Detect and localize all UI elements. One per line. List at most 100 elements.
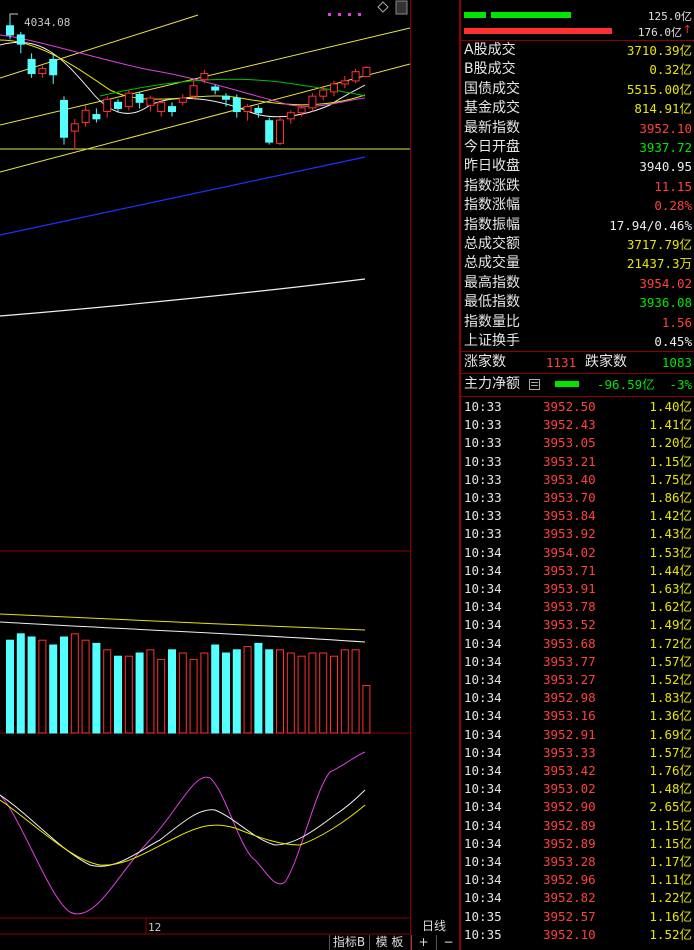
tick-price: 3953.70: [543, 490, 596, 505]
date-label: 12: [148, 921, 161, 934]
tick-row[interactable]: 10:35 3952.10 1.52亿: [461, 926, 694, 944]
tick-row[interactable]: 10:34 3953.33 1.57亿: [461, 744, 694, 762]
period-label[interactable]: 日线: [419, 919, 449, 934]
tab-template[interactable]: 模 板: [369, 935, 409, 950]
candle-body: [243, 106, 252, 112]
tick-row[interactable]: 10:33 3953.40 1.75亿: [461, 471, 694, 489]
tick-price: 3953.78: [543, 599, 596, 615]
tick-amount: 1.15亿: [649, 835, 692, 851]
volume-bar: [81, 639, 90, 734]
tick-price: 3953.21: [543, 453, 596, 469]
tick-amount: 1.76亿: [649, 763, 692, 778]
tick-amount: 1.17亿: [649, 854, 692, 869]
decliners-count: 1083: [661, 355, 692, 370]
volume-bar: [27, 636, 36, 734]
tick-row[interactable]: 10:33 3953.92 1.43亿: [461, 525, 694, 543]
tick-amount: 1.57亿: [649, 653, 692, 669]
tick-amount: 1.15亿: [649, 453, 692, 469]
list-icon[interactable]: [529, 379, 540, 390]
tick-row[interactable]: 10:34 3952.91 1.69亿: [461, 726, 694, 744]
tick-row[interactable]: 10:34 3953.71 1.44亿: [461, 562, 694, 580]
tick-row[interactable]: 10:34 3953.02 1.48亿: [461, 780, 694, 798]
volume-bar: [49, 644, 58, 734]
tick-row[interactable]: 10:34 3953.78 1.62亿: [461, 598, 694, 616]
candle-body: [189, 85, 198, 97]
volume-bar: [6, 639, 14, 734]
tick-price: 3952.57: [543, 908, 596, 924]
tick-row[interactable]: 10:34 3953.28 1.17亿: [461, 853, 694, 871]
tick-row[interactable]: 10:33 3953.84 1.42亿: [461, 507, 694, 525]
tick-time: 10:33: [464, 508, 502, 524]
tick-row[interactable]: 10:34 3953.91 1.63亿: [461, 580, 694, 598]
candle-body: [222, 95, 230, 100]
tick-amount: 1.16亿: [649, 908, 692, 924]
tick-price: 3952.98: [543, 690, 596, 706]
stat-row: A股成交 3710.39亿: [461, 41, 694, 60]
stat-label: 最低指数: [464, 294, 520, 311]
stat-value: 0.28%: [654, 198, 692, 214]
tick-amount: 1.83亿: [649, 690, 692, 706]
tick-row[interactable]: 10:33 3952.50 1.40亿: [461, 398, 694, 416]
tick-row[interactable]: 10:34 3954.02 1.53亿: [461, 544, 694, 562]
tick-row[interactable]: 10:34 3952.89 1.15亿: [461, 835, 694, 853]
stat-value: 17.94/0.46%: [609, 217, 692, 233]
divider: [461, 396, 694, 397]
tick-row[interactable]: 10:34 3953.16 1.36亿: [461, 707, 694, 725]
tab-indicator-b[interactable]: 指标B: [329, 935, 368, 950]
stat-value: 3952.10: [639, 120, 692, 136]
volume-bar: [276, 649, 284, 734]
stat-row: 最高指数 3954.02: [461, 274, 694, 293]
stat-label: 最新指数: [464, 119, 520, 136]
tick-row[interactable]: 10:34 3953.68 1.72亿: [461, 635, 694, 653]
candle-body: [340, 80, 349, 85]
kline-chart-area[interactable]: 4000395039003850380037503700365036003550…: [0, 0, 411, 950]
tick-row[interactable]: 10:34 3952.96 1.11亿: [461, 871, 694, 889]
tick-row[interactable]: 10:34 3953.42 1.76亿: [461, 762, 694, 780]
tick-row[interactable]: 10:34 3952.90 2.65亿: [461, 798, 694, 816]
candle-body: [38, 68, 47, 75]
tick-row[interactable]: 10:34 3953.27 1.52亿: [461, 671, 694, 689]
tick-amount: 1.22亿: [649, 890, 692, 906]
tick-row[interactable]: 10:33 3953.21 1.15亿: [461, 453, 694, 471]
zoom-in-button[interactable]: +: [411, 935, 435, 950]
tick-row[interactable]: 10:35 3952.57 1.16亿: [461, 908, 694, 926]
zoom-out-button[interactable]: −: [436, 935, 460, 950]
tick-time: 10:33: [464, 435, 502, 451]
tick-row[interactable]: 10:34 3953.52 1.49亿: [461, 616, 694, 634]
stat-row: 指数振幅 17.94/0.46%: [461, 216, 694, 235]
tick-price: 3953.71: [543, 562, 596, 578]
candle-body: [81, 109, 90, 124]
tick-time: 10:35: [464, 926, 502, 942]
tick-row[interactable]: 10:34 3953.77 1.57亿: [461, 653, 694, 671]
tick-time: 10:34: [464, 799, 502, 815]
tick-price: 3953.28: [543, 854, 596, 869]
stat-value: 3940.95: [639, 159, 692, 175]
candle-body: [146, 97, 155, 106]
breadth-row: 涨家数 1131 跌家数 1083: [461, 353, 694, 372]
volume-bar: [232, 649, 241, 734]
stat-value: 3937.72: [639, 140, 692, 155]
candle-body: [362, 66, 371, 78]
candle-body: [297, 107, 306, 114]
netflow-row[interactable]: 主力净额 -96.59亿 -3%: [461, 375, 694, 394]
tick-row[interactable]: 10:34 3952.82 1.22亿: [461, 889, 694, 907]
tick-time: 10:34: [464, 835, 502, 851]
volume-bar: [243, 646, 252, 734]
tick-amount: 1.86亿: [649, 490, 692, 505]
volume-bar: [124, 655, 133, 734]
tick-price: 3953.02: [543, 781, 596, 797]
tick-row[interactable]: 10:33 3953.70 1.86亿: [461, 489, 694, 507]
tick-price: 3953.40: [543, 471, 596, 487]
volume-bar: [189, 658, 198, 734]
candle-body: [124, 92, 133, 108]
kline-chart[interactable]: 4000395039003850380037503700365036003550…: [0, 0, 411, 950]
volume-bar: [178, 652, 187, 734]
indicator-dot: [338, 13, 341, 16]
tick-row[interactable]: 10:33 3952.43 1.41亿: [461, 416, 694, 434]
tick-row[interactable]: 10:34 3952.89 1.15亿: [461, 817, 694, 835]
tick-row[interactable]: 10:33 3953.05 1.20亿: [461, 434, 694, 452]
tick-row[interactable]: 10:34 3952.98 1.83亿: [461, 689, 694, 707]
stat-row: 国债成交 5515.00亿: [461, 80, 694, 99]
volume-bar: [362, 685, 371, 734]
tick-time: 10:34: [464, 890, 502, 906]
